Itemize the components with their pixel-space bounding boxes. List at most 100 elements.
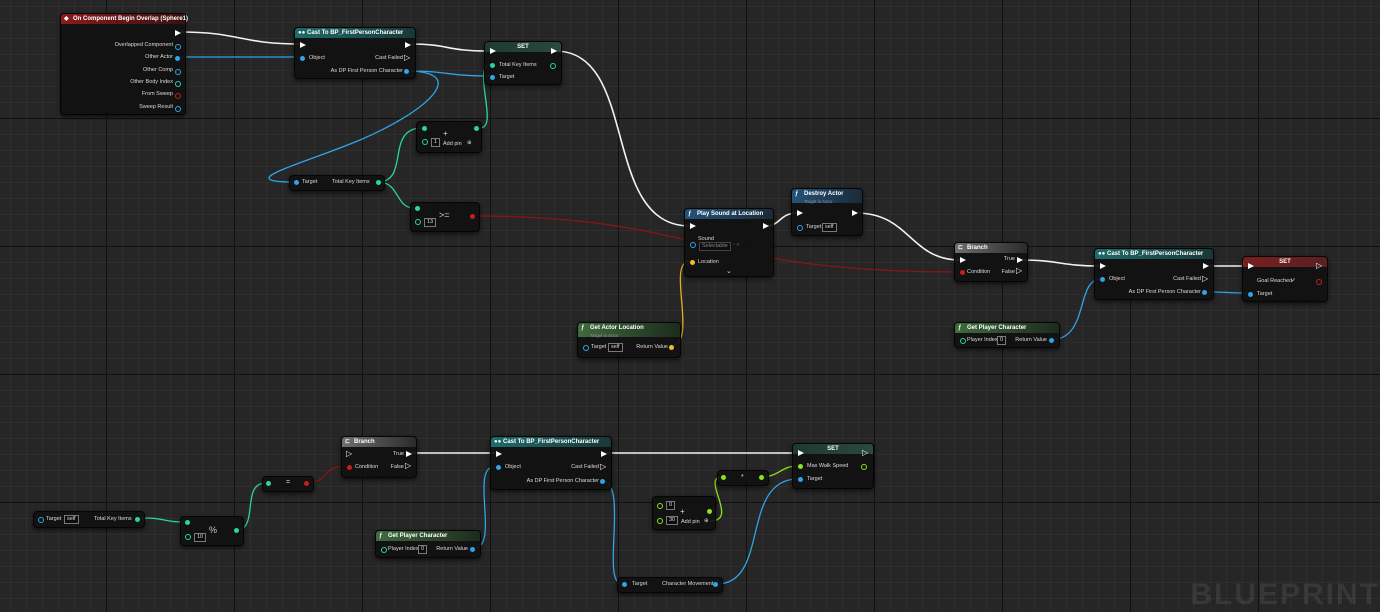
- player-index-value[interactable]: 0: [997, 336, 1007, 345]
- exec-true-pin[interactable]: [1017, 257, 1023, 263]
- pin-max-walk-speed[interactable]: [798, 464, 803, 469]
- add-node-2[interactable]: 0 30 + Add pin ⊕: [652, 496, 716, 530]
- pin-out[interactable]: [304, 481, 309, 486]
- pin-a[interactable]: [415, 206, 420, 211]
- pin-out[interactable]: [759, 475, 764, 480]
- greater-equal-node[interactable]: 13 >=: [410, 202, 480, 232]
- pin-out[interactable]: [707, 509, 712, 514]
- pin-return-value[interactable]: [669, 345, 674, 350]
- pin-other-comp[interactable]: [175, 69, 181, 75]
- pin-a[interactable]: [657, 503, 663, 509]
- exec-cast-failed-pin[interactable]: ▷: [600, 463, 606, 471]
- exec-in-pin[interactable]: ▷: [346, 450, 352, 458]
- pin-overlapped-component[interactable]: [175, 44, 181, 50]
- pin-other-actor[interactable]: [175, 56, 180, 61]
- branch-node-2[interactable]: ⊏ Branch ▷ True Condition False ▷: [341, 436, 417, 478]
- add-pin-label[interactable]: Add pin: [681, 519, 700, 525]
- exec-in-pin[interactable]: [300, 42, 306, 48]
- value-a-field[interactable]: 0: [666, 501, 676, 510]
- destroy-actor-node[interactable]: ƒ Destroy Actor Target is Actor Target sel…: [791, 188, 863, 236]
- get-total-key-items-node-2[interactable]: Target self Total Key Items: [33, 511, 145, 528]
- exec-out-pin[interactable]: [1203, 263, 1209, 269]
- exec-cast-failed-pin[interactable]: ▷: [404, 54, 410, 62]
- exec-true-pin[interactable]: [406, 451, 412, 457]
- exec-cast-failed-pin[interactable]: ▷: [1202, 275, 1208, 283]
- pin-out[interactable]: [234, 528, 239, 533]
- pin-total-key-items[interactable]: [490, 63, 495, 68]
- expand-chevron-icon[interactable]: ⌄: [726, 267, 732, 275]
- pin-target[interactable]: [294, 180, 299, 185]
- cast-to-character-node[interactable]: ●● Cast To BP_FirstPersonCharacter Object…: [294, 27, 416, 79]
- pin-sweep-result[interactable]: [175, 106, 181, 112]
- exec-in-pin[interactable]: [496, 451, 502, 457]
- pin-player-index[interactable]: [381, 547, 387, 553]
- goal-reached-checkbox[interactable]: ✓: [1291, 277, 1296, 284]
- exec-in-pin[interactable]: [798, 450, 804, 456]
- exec-out-pin[interactable]: ▷: [1316, 262, 1322, 270]
- exec-out-pin[interactable]: [551, 48, 557, 54]
- exec-out-pin[interactable]: [175, 30, 181, 36]
- pin-a[interactable]: [422, 126, 427, 131]
- exec-out-pin[interactable]: [852, 210, 858, 216]
- pin-return-value[interactable]: [1049, 338, 1054, 343]
- pin-target[interactable]: [38, 517, 44, 523]
- exec-out-pin[interactable]: [601, 451, 607, 457]
- pin-a[interactable]: [185, 520, 190, 525]
- target-value[interactable]: self: [64, 515, 79, 524]
- pin-goal-reached-out[interactable]: [1316, 279, 1322, 285]
- cast-to-character-node-3[interactable]: ●● Cast To BP_FirstPersonCharacter Object…: [490, 436, 612, 490]
- value-field[interactable]: 10: [194, 533, 207, 542]
- set-max-walk-speed-node[interactable]: SET ▷ Max Walk Speed Target: [792, 443, 874, 489]
- pin-from-sweep[interactable]: [175, 93, 181, 99]
- pin-as-character[interactable]: [404, 69, 409, 74]
- sound-selector[interactable]: Selectable: [699, 242, 731, 251]
- pin-object[interactable]: [1100, 277, 1105, 282]
- pin-as-character[interactable]: [600, 479, 605, 484]
- multiply-node[interactable]: *: [717, 470, 769, 486]
- pin-player-index[interactable]: [960, 338, 966, 344]
- value-field[interactable]: 13: [424, 218, 437, 227]
- target-value[interactable]: self: [608, 343, 623, 352]
- get-player-character-node-2[interactable]: ƒ Get Player Character Player Index 0 Ret…: [375, 530, 481, 558]
- pin-max-walk-speed-out[interactable]: [861, 464, 867, 470]
- pin-target[interactable]: [798, 477, 803, 482]
- event-begin-overlap-node[interactable]: ◆ On Component Begin Overlap (Sphere1) Ov…: [60, 13, 188, 115]
- value-field[interactable]: 1: [431, 138, 441, 147]
- target-value[interactable]: self: [822, 223, 837, 232]
- exec-out-pin[interactable]: [763, 223, 769, 229]
- add-pin-icon[interactable]: ⊕: [467, 140, 472, 146]
- pin-sound[interactable]: [690, 242, 696, 248]
- pin-a[interactable]: [266, 481, 271, 486]
- pin-target[interactable]: [1248, 292, 1253, 297]
- pin-target[interactable]: [583, 345, 589, 351]
- value-b-field[interactable]: 30: [666, 516, 679, 525]
- add-node[interactable]: 1 + Add pin ⊕: [416, 121, 482, 153]
- pin-total-key-items-out[interactable]: [550, 63, 556, 69]
- exec-in-pin[interactable]: [490, 48, 496, 54]
- exec-in-pin[interactable]: [960, 257, 966, 263]
- exec-in-pin[interactable]: [797, 210, 803, 216]
- equal-node[interactable]: =: [262, 476, 314, 492]
- pin-condition[interactable]: [347, 465, 352, 470]
- get-total-key-items-node[interactable]: Target Total Key Items: [289, 175, 385, 191]
- pin-out[interactable]: [474, 126, 479, 131]
- get-character-movement-node[interactable]: Target Character Movement: [617, 577, 723, 593]
- pin-target[interactable]: [797, 225, 803, 231]
- pin-b[interactable]: [415, 219, 421, 225]
- pin-object[interactable]: [496, 465, 501, 470]
- pin-total-key-items[interactable]: [135, 517, 140, 522]
- exec-out-pin[interactable]: [405, 42, 411, 48]
- pin-target[interactable]: [622, 582, 627, 587]
- exec-false-pin[interactable]: ▷: [1016, 267, 1022, 275]
- pin-as-character[interactable]: [1202, 290, 1207, 295]
- exec-in-pin[interactable]: [1100, 263, 1106, 269]
- modulo-node[interactable]: 10 %: [180, 516, 244, 546]
- branch-node[interactable]: ⊏ Branch True Condition False ▷: [954, 242, 1028, 282]
- pin-target[interactable]: [490, 75, 495, 80]
- pin-other-body-index[interactable]: [175, 81, 181, 87]
- pin-out[interactable]: [470, 214, 475, 219]
- get-actor-location-node[interactable]: ƒ Get Actor Location Target is Actor Targe…: [577, 322, 681, 358]
- pin-condition[interactable]: [960, 270, 965, 275]
- add-pin-label[interactable]: Add pin: [443, 141, 462, 147]
- pin-object[interactable]: [300, 56, 305, 61]
